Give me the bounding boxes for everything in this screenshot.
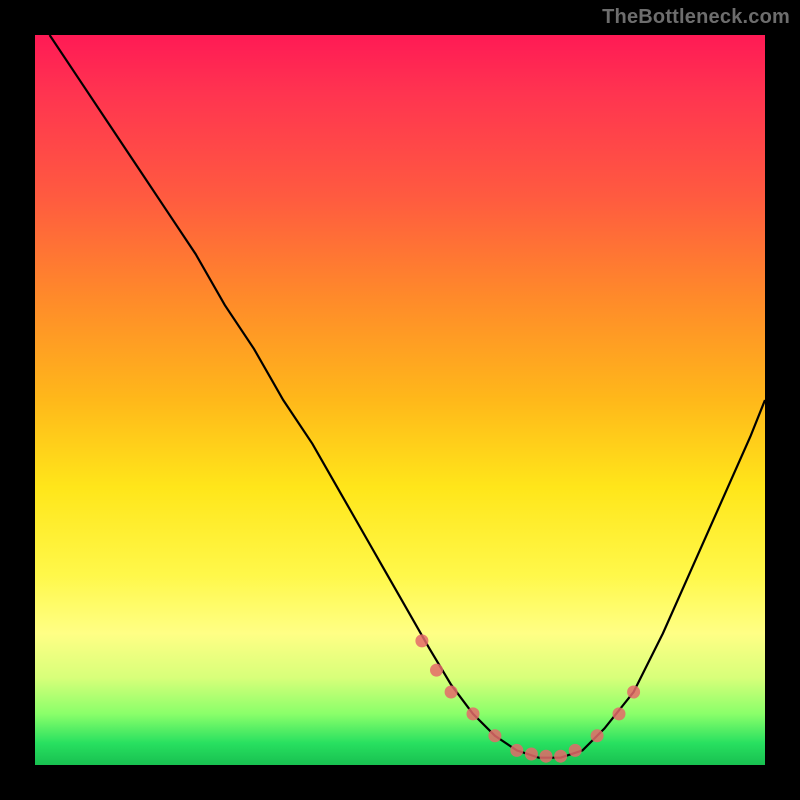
plot-area (35, 35, 765, 765)
highlight-dot (627, 686, 640, 699)
highlight-dot (467, 707, 480, 720)
highlight-dot (525, 748, 538, 761)
highlight-dot (488, 729, 501, 742)
bottleneck-curve (35, 35, 765, 765)
highlight-dot (510, 744, 523, 757)
highlight-dot (540, 750, 553, 763)
curve-path (50, 35, 765, 758)
highlight-dot (591, 729, 604, 742)
highlight-dot (445, 686, 458, 699)
highlight-dots (415, 634, 640, 762)
highlight-dot (430, 664, 443, 677)
highlight-dot (415, 634, 428, 647)
watermark-text: TheBottleneck.com (602, 6, 790, 29)
highlight-dot (613, 707, 626, 720)
chart-frame: TheBottleneck.com (0, 0, 800, 800)
highlight-dot (569, 744, 582, 757)
highlight-dot (554, 750, 567, 763)
